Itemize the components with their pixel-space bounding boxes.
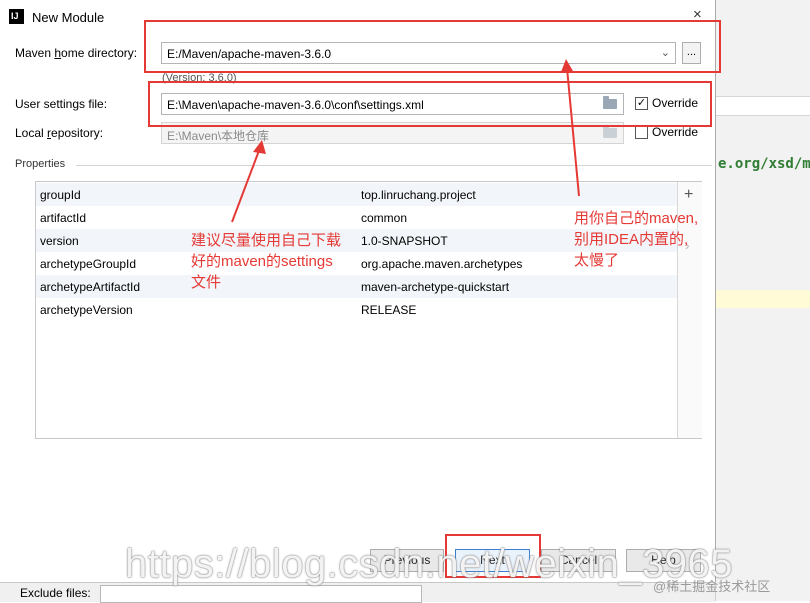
maven-home-label-part: Maven (15, 46, 55, 60)
property-value[interactable]: 1.0-SNAPSHOT (361, 234, 448, 248)
property-value[interactable]: common (361, 211, 407, 225)
property-value[interactable]: top.linruchang.project (361, 188, 476, 202)
exclude-files-field[interactable] (100, 585, 422, 603)
local-repo-label-part: Local (15, 126, 48, 140)
dialog-title: New Module (32, 10, 105, 25)
ide-highlighted-line (716, 290, 810, 308)
local-repo-override-checkbox[interactable] (635, 126, 648, 139)
local-repo-value: E:\Maven\本地仓库 (167, 129, 270, 143)
property-key: groupId (40, 188, 81, 202)
exclude-files-label: Exclude files: (20, 586, 91, 600)
annotation-right-line: 用你自己的maven, (574, 210, 699, 227)
local-repo-label: Local repository: (15, 126, 103, 140)
ide-code-fragment: e.org/xsd/m (718, 156, 810, 172)
annotation-left-line: 好的maven的settings (191, 253, 333, 270)
annotation-box-user-settings (148, 81, 712, 127)
local-repo-override-label: Override (652, 125, 699, 139)
properties-label: Properties (15, 158, 66, 170)
annotation-right: 用你自己的maven, 别用IDEA内置的, 太慢了 (574, 208, 698, 271)
maven-home-label-part: ome directory: (61, 46, 138, 60)
folder-icon (603, 125, 617, 138)
annotation-right-line: 别用IDEA内置的, (574, 231, 689, 248)
maven-home-label: Maven home directory: (15, 46, 137, 60)
property-key: archetypeGroupId (40, 257, 137, 271)
property-key: version (40, 234, 79, 248)
intellij-app-icon: IJ (9, 9, 24, 24)
property-key: artifactId (40, 211, 87, 225)
table-row[interactable]: archetypeVersion RELEASE (36, 298, 677, 321)
credit-text: @稀土掘金技术社区 (653, 579, 771, 594)
watermark-text: https://blog.csdn.net/weixin_3965 (125, 542, 734, 586)
properties-separator (76, 165, 712, 166)
add-property-button[interactable]: + (684, 186, 693, 204)
annotation-left: 建议尽量使用自己下载 好的maven的settings 文件 (191, 230, 341, 293)
user-settings-label: User settings file: (15, 97, 108, 111)
ide-toolbar-strip (716, 96, 810, 116)
local-repo-label-part: epository: (51, 126, 104, 140)
property-key: archetypeVersion (40, 303, 133, 317)
table-row[interactable]: groupId top.linruchang.project (36, 183, 677, 206)
annotation-left-line: 文件 (191, 274, 222, 291)
property-key: archetypeArtifactId (40, 280, 141, 294)
background-ide-window: e.org/xsd/m (715, 0, 810, 601)
annotation-box-maven-home (144, 20, 721, 73)
annotation-right-line: 太慢了 (574, 252, 620, 269)
property-value[interactable]: org.apache.maven.archetypes (361, 257, 522, 271)
property-value[interactable]: RELEASE (361, 303, 416, 317)
table-row[interactable]: archetypeArtifactId maven-archetype-quic… (36, 275, 677, 298)
property-value[interactable]: maven-archetype-quickstart (361, 280, 509, 294)
annotation-left-line: 建议尽量使用自己下载 (191, 232, 342, 249)
